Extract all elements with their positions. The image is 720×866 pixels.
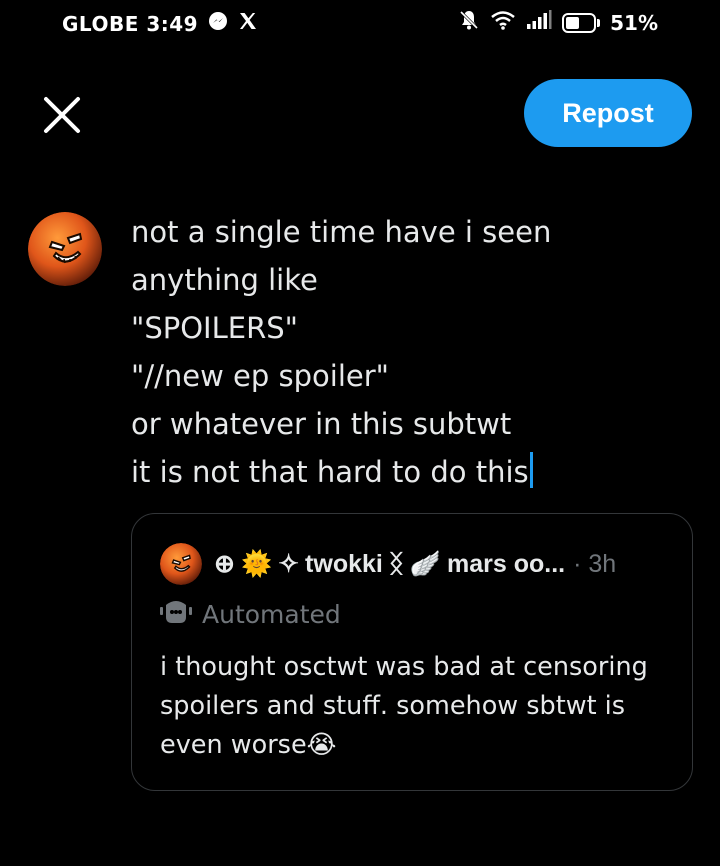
quoted-meta: · 3h [573, 550, 616, 579]
crying-emoji: 😭 [306, 730, 337, 760]
close-button[interactable] [40, 93, 84, 137]
automated-label: Automated [202, 599, 341, 629]
quoted-post-text: i thought osctwt was bad at censoring sp… [160, 648, 670, 765]
avatar[interactable] [28, 212, 102, 286]
mute-bell-icon [458, 9, 480, 36]
repost-button[interactable]: Repost [524, 79, 692, 147]
automated-label-row: Automated [160, 597, 341, 631]
battery-percent: 51% [610, 10, 658, 35]
sparkle-symbol: ✧ [278, 550, 300, 578]
wifi-icon [490, 9, 516, 36]
quoted-text-body: i thought osctwt was bad at censoring sp… [160, 652, 648, 760]
x-icon [238, 11, 258, 36]
name-prefix-symbol: ⊕ [214, 550, 235, 578]
name-suffix-symbol: ᛝ [388, 549, 404, 578]
wing-emoji: 🪽 [409, 549, 441, 578]
robot-icon [160, 597, 192, 631]
compose-line: anything like [131, 263, 318, 297]
text-caret [529, 452, 533, 488]
messenger-icon [208, 11, 228, 36]
status-bar: GLOBE 3:49 51% [0, 0, 720, 46]
timestamp: 3h [588, 549, 617, 578]
quoted-display-name: ⊕ 🌞 ✧ twokki ᛝ 🪽 mars oo... [214, 549, 565, 579]
battery-icon [562, 12, 601, 33]
status-bar-right: 51% [458, 9, 658, 36]
compose-line-last: it is not that hard to do this [131, 448, 691, 496]
carrier-time: GLOBE 3:49 [62, 11, 199, 36]
compose-line: "//new ep spoiler" [131, 359, 389, 393]
quoted-avatar [160, 543, 202, 585]
quoted-post-header: ⊕ 🌞 ✧ twokki ᛝ 🪽 mars oo... · 3h [160, 543, 616, 585]
separator-dot: · [573, 549, 582, 578]
quoted-post-card[interactable]: ⊕ 🌞 ✧ twokki ᛝ 🪽 mars oo... · 3h Automat… [131, 513, 693, 791]
handle-text: mars oo... [447, 549, 566, 578]
sun-emoji: 🌞 [240, 549, 273, 578]
compose-line: "SPOILERS" [131, 311, 298, 345]
compose-line: not a single time have i seen [131, 215, 552, 249]
signal-icon [526, 10, 552, 35]
compose-textarea[interactable]: not a single time have i seen anything l… [131, 208, 691, 496]
compose-line-text: it is not that hard to do this [131, 455, 529, 489]
status-bar-left: GLOBE 3:49 [62, 11, 258, 36]
compose-line: or whatever in this subtwt [131, 407, 512, 441]
close-icon [44, 97, 80, 133]
display-name-text: twokki [305, 549, 383, 578]
